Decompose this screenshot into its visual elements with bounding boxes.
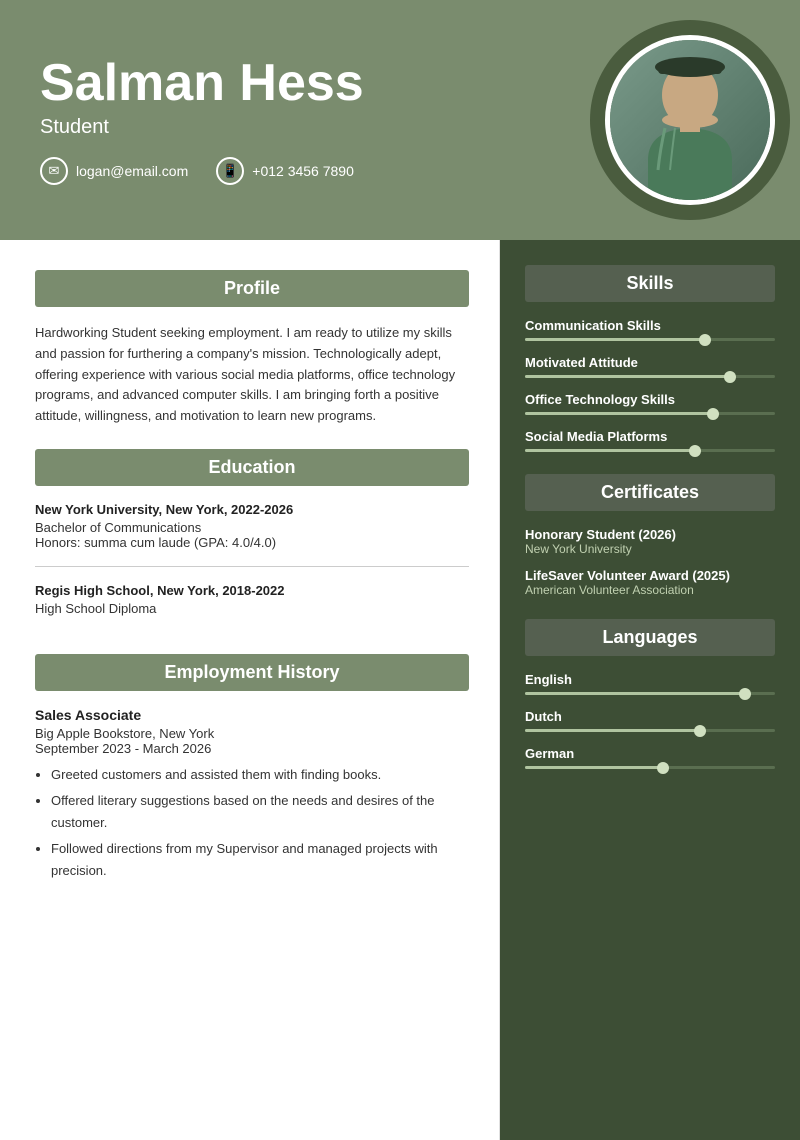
header: Salman Hess Student ✉ logan@email.com 📱 … xyxy=(0,0,800,240)
skill-item-3: Social Media Platforms xyxy=(525,429,775,452)
skill-dot-0 xyxy=(699,334,711,346)
job-dates-1: September 2023 - March 2026 xyxy=(35,741,469,756)
skill-fill-1 xyxy=(525,375,730,378)
skill-dot-3 xyxy=(689,445,701,457)
cert-title-1: LifeSaver Volunteer Award (2025) xyxy=(525,568,775,583)
skill-bar-3 xyxy=(525,449,775,452)
photo-area xyxy=(580,30,760,210)
languages-list: English Dutch German xyxy=(525,672,775,769)
employment-section: Employment History Sales Associate Big A… xyxy=(35,654,469,882)
languages-header: Languages xyxy=(525,619,775,656)
lang-fill-2 xyxy=(525,766,663,769)
cert-item-0: Honorary Student (2026) New York Univers… xyxy=(525,527,775,556)
edu-school-1: New York University, New York, 2022-2026 xyxy=(35,502,469,517)
cert-title-0: Honorary Student (2026) xyxy=(525,527,775,542)
languages-section: Languages English Dutch German xyxy=(525,619,775,769)
skill-bar-1 xyxy=(525,375,775,378)
lang-item-0: English xyxy=(525,672,775,695)
bullet-1: Greeted customers and assisted them with… xyxy=(51,764,469,786)
candidate-title: Student xyxy=(40,116,580,139)
photo-placeholder xyxy=(610,40,770,200)
phone-icon: 📱 xyxy=(216,157,244,185)
phone-value: +012 3456 7890 xyxy=(252,163,354,179)
edu-honors-1: Honors: summa cum laude (GPA: 4.0/4.0) xyxy=(35,535,469,550)
certs-header: Certificates xyxy=(525,474,775,511)
candidate-name: Salman Hess xyxy=(40,55,580,112)
edu-school-2: Regis High School, New York, 2018-2022 xyxy=(35,583,469,598)
lang-dot-2 xyxy=(657,762,669,774)
edu-degree-1: Bachelor of Communications xyxy=(35,520,469,535)
bullet-3: Followed directions from my Supervisor a… xyxy=(51,838,469,882)
employment-header: Employment History xyxy=(35,654,469,691)
skill-name-3: Social Media Platforms xyxy=(525,429,775,444)
left-column: Profile Hardworking Student seeking empl… xyxy=(0,240,500,1140)
skill-item-2: Office Technology Skills xyxy=(525,392,775,415)
right-column: Skills Communication Skills Motivated At… xyxy=(500,240,800,1140)
lang-item-1: Dutch xyxy=(525,709,775,732)
email-value: logan@email.com xyxy=(76,163,188,179)
lang-bar-1 xyxy=(525,729,775,732)
lang-bar-2 xyxy=(525,766,775,769)
skill-fill-3 xyxy=(525,449,695,452)
lang-name-1: Dutch xyxy=(525,709,775,724)
education-entries: New York University, New York, 2022-2026… xyxy=(35,502,469,632)
skill-dot-1 xyxy=(724,371,736,383)
edu-entry-1: New York University, New York, 2022-2026… xyxy=(35,502,469,567)
lang-dot-1 xyxy=(694,725,706,737)
skill-name-0: Communication Skills xyxy=(525,318,775,333)
main-content: Profile Hardworking Student seeking empl… xyxy=(0,240,800,1140)
edu-degree-2: High School Diploma xyxy=(35,601,469,616)
email-contact: ✉ logan@email.com xyxy=(40,157,188,185)
cert-item-1: LifeSaver Volunteer Award (2025) America… xyxy=(525,568,775,597)
job-entry-1: Sales Associate Big Apple Bookstore, New… xyxy=(35,707,469,882)
skill-item-0: Communication Skills xyxy=(525,318,775,341)
lang-name-0: English xyxy=(525,672,775,687)
skill-bar-0 xyxy=(525,338,775,341)
cert-org-1: American Volunteer Association xyxy=(525,583,775,597)
lang-dot-0 xyxy=(739,688,751,700)
header-left: Salman Hess Student ✉ logan@email.com 📱 … xyxy=(40,55,580,185)
lang-fill-0 xyxy=(525,692,745,695)
lang-name-2: German xyxy=(525,746,775,761)
header-contacts: ✉ logan@email.com 📱 +012 3456 7890 xyxy=(40,157,580,185)
edu-entry-2: Regis High School, New York, 2018-2022 H… xyxy=(35,583,469,632)
profile-photo xyxy=(605,35,775,205)
phone-contact: 📱 +012 3456 7890 xyxy=(216,157,354,185)
job-title-1: Sales Associate xyxy=(35,707,469,723)
email-icon: ✉ xyxy=(40,157,68,185)
skill-fill-0 xyxy=(525,338,705,341)
lang-item-2: German xyxy=(525,746,775,769)
education-section: Education New York University, New York,… xyxy=(35,449,469,632)
lang-fill-1 xyxy=(525,729,700,732)
skill-fill-2 xyxy=(525,412,713,415)
skill-name-1: Motivated Attitude xyxy=(525,355,775,370)
skills-header: Skills xyxy=(525,265,775,302)
skill-item-1: Motivated Attitude xyxy=(525,355,775,378)
cert-org-0: New York University xyxy=(525,542,775,556)
job-bullets-1: Greeted customers and assisted them with… xyxy=(35,764,469,882)
skill-bar-2 xyxy=(525,412,775,415)
education-header: Education xyxy=(35,449,469,486)
skill-dot-2 xyxy=(707,408,719,420)
certs-section: Certificates Honorary Student (2026) New… xyxy=(525,474,775,597)
skills-list: Communication Skills Motivated Attitude … xyxy=(525,318,775,452)
profile-section: Profile Hardworking Student seeking empl… xyxy=(35,270,469,427)
skills-section: Skills Communication Skills Motivated At… xyxy=(525,265,775,452)
certs-list: Honorary Student (2026) New York Univers… xyxy=(525,527,775,597)
skill-name-2: Office Technology Skills xyxy=(525,392,775,407)
profile-header: Profile xyxy=(35,270,469,307)
profile-text: Hardworking Student seeking employment. … xyxy=(35,323,469,427)
job-company-1: Big Apple Bookstore, New York xyxy=(35,726,469,741)
bullet-2: Offered literary suggestions based on th… xyxy=(51,790,469,834)
lang-bar-0 xyxy=(525,692,775,695)
